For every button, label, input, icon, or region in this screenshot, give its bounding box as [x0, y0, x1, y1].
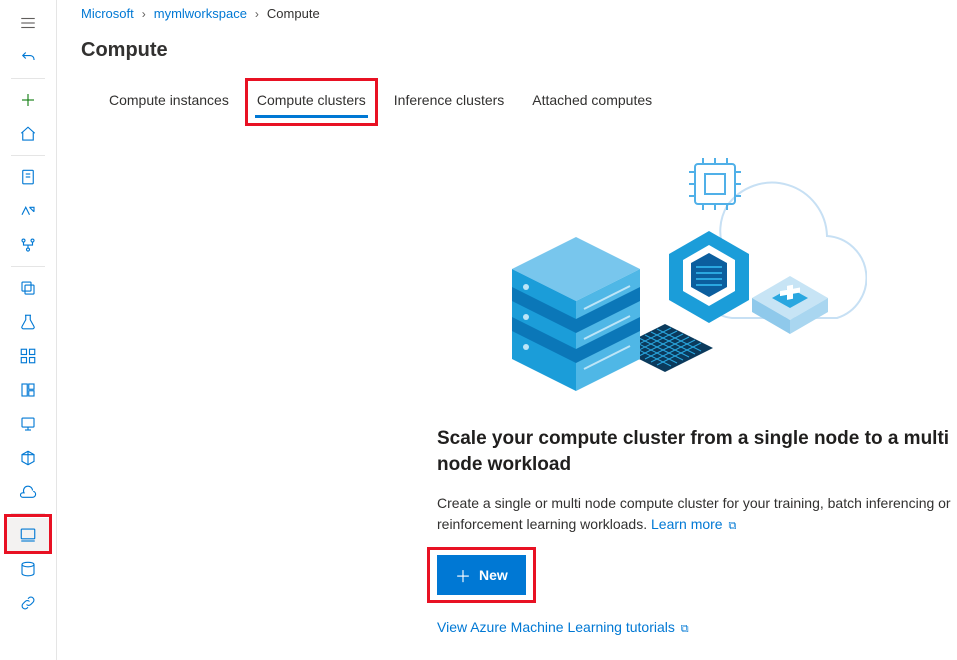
endpoints-icon[interactable] [6, 407, 50, 441]
tab-inference-clusters[interactable]: Inference clusters [380, 84, 519, 116]
experiments-icon[interactable] [6, 305, 50, 339]
datasets-icon[interactable] [6, 271, 50, 305]
linked-services-icon[interactable] [6, 586, 50, 620]
automl-icon[interactable] [6, 194, 50, 228]
pipelines-icon[interactable] [6, 339, 50, 373]
breadcrumb-link-microsoft[interactable]: Microsoft [81, 6, 134, 21]
empty-state-title: Scale your compute cluster from a single… [437, 426, 957, 477]
external-link-icon: ⧉ [728, 520, 736, 532]
notebooks-icon[interactable] [6, 160, 50, 194]
tab-compute-instances[interactable]: Compute instances [95, 84, 243, 116]
plus-icon: ＋ [455, 563, 471, 587]
compute-cluster-illustration [437, 146, 867, 426]
new-button[interactable]: ＋ New [437, 555, 526, 595]
new-button-label: New [479, 567, 508, 583]
empty-state: Scale your compute cluster from a single… [437, 146, 957, 636]
menu-icon[interactable] [6, 6, 50, 40]
environments-icon[interactable] [6, 441, 50, 475]
external-link-icon: ⧉ [681, 623, 689, 635]
breadcrumb-link-workspace[interactable]: mymlworkspace [154, 6, 247, 21]
tab-label: Compute clusters [257, 92, 366, 108]
back-icon[interactable] [6, 40, 50, 74]
learn-more-link[interactable]: Learn more ⧉ [651, 516, 736, 532]
sidebar [0, 0, 57, 660]
page-title: Compute [81, 39, 957, 62]
models-icon[interactable] [6, 373, 50, 407]
compute-icon[interactable] [6, 518, 50, 552]
data-labeling-icon[interactable] [6, 552, 50, 586]
breadcrumb: Microsoft › mymlworkspace › Compute [81, 6, 957, 21]
designer-icon[interactable] [6, 228, 50, 262]
datastores-icon[interactable] [6, 475, 50, 509]
plus-icon[interactable] [6, 83, 50, 117]
breadcrumb-current: Compute [267, 6, 320, 21]
empty-state-description: Create a single or multi node compute cl… [437, 493, 957, 534]
tutorials-link[interactable]: View Azure Machine Learning tutorials ⧉ [437, 619, 689, 635]
chevron-right-icon: › [142, 7, 146, 21]
chevron-right-icon: › [255, 7, 259, 21]
tab-attached-computes[interactable]: Attached computes [518, 84, 666, 116]
main-content: Microsoft › mymlworkspace › Compute Comp… [57, 0, 957, 660]
tab-compute-clusters[interactable]: Compute clusters [243, 84, 380, 116]
tabs: Compute instances Compute clusters Infer… [81, 84, 957, 116]
home-icon[interactable] [6, 117, 50, 151]
